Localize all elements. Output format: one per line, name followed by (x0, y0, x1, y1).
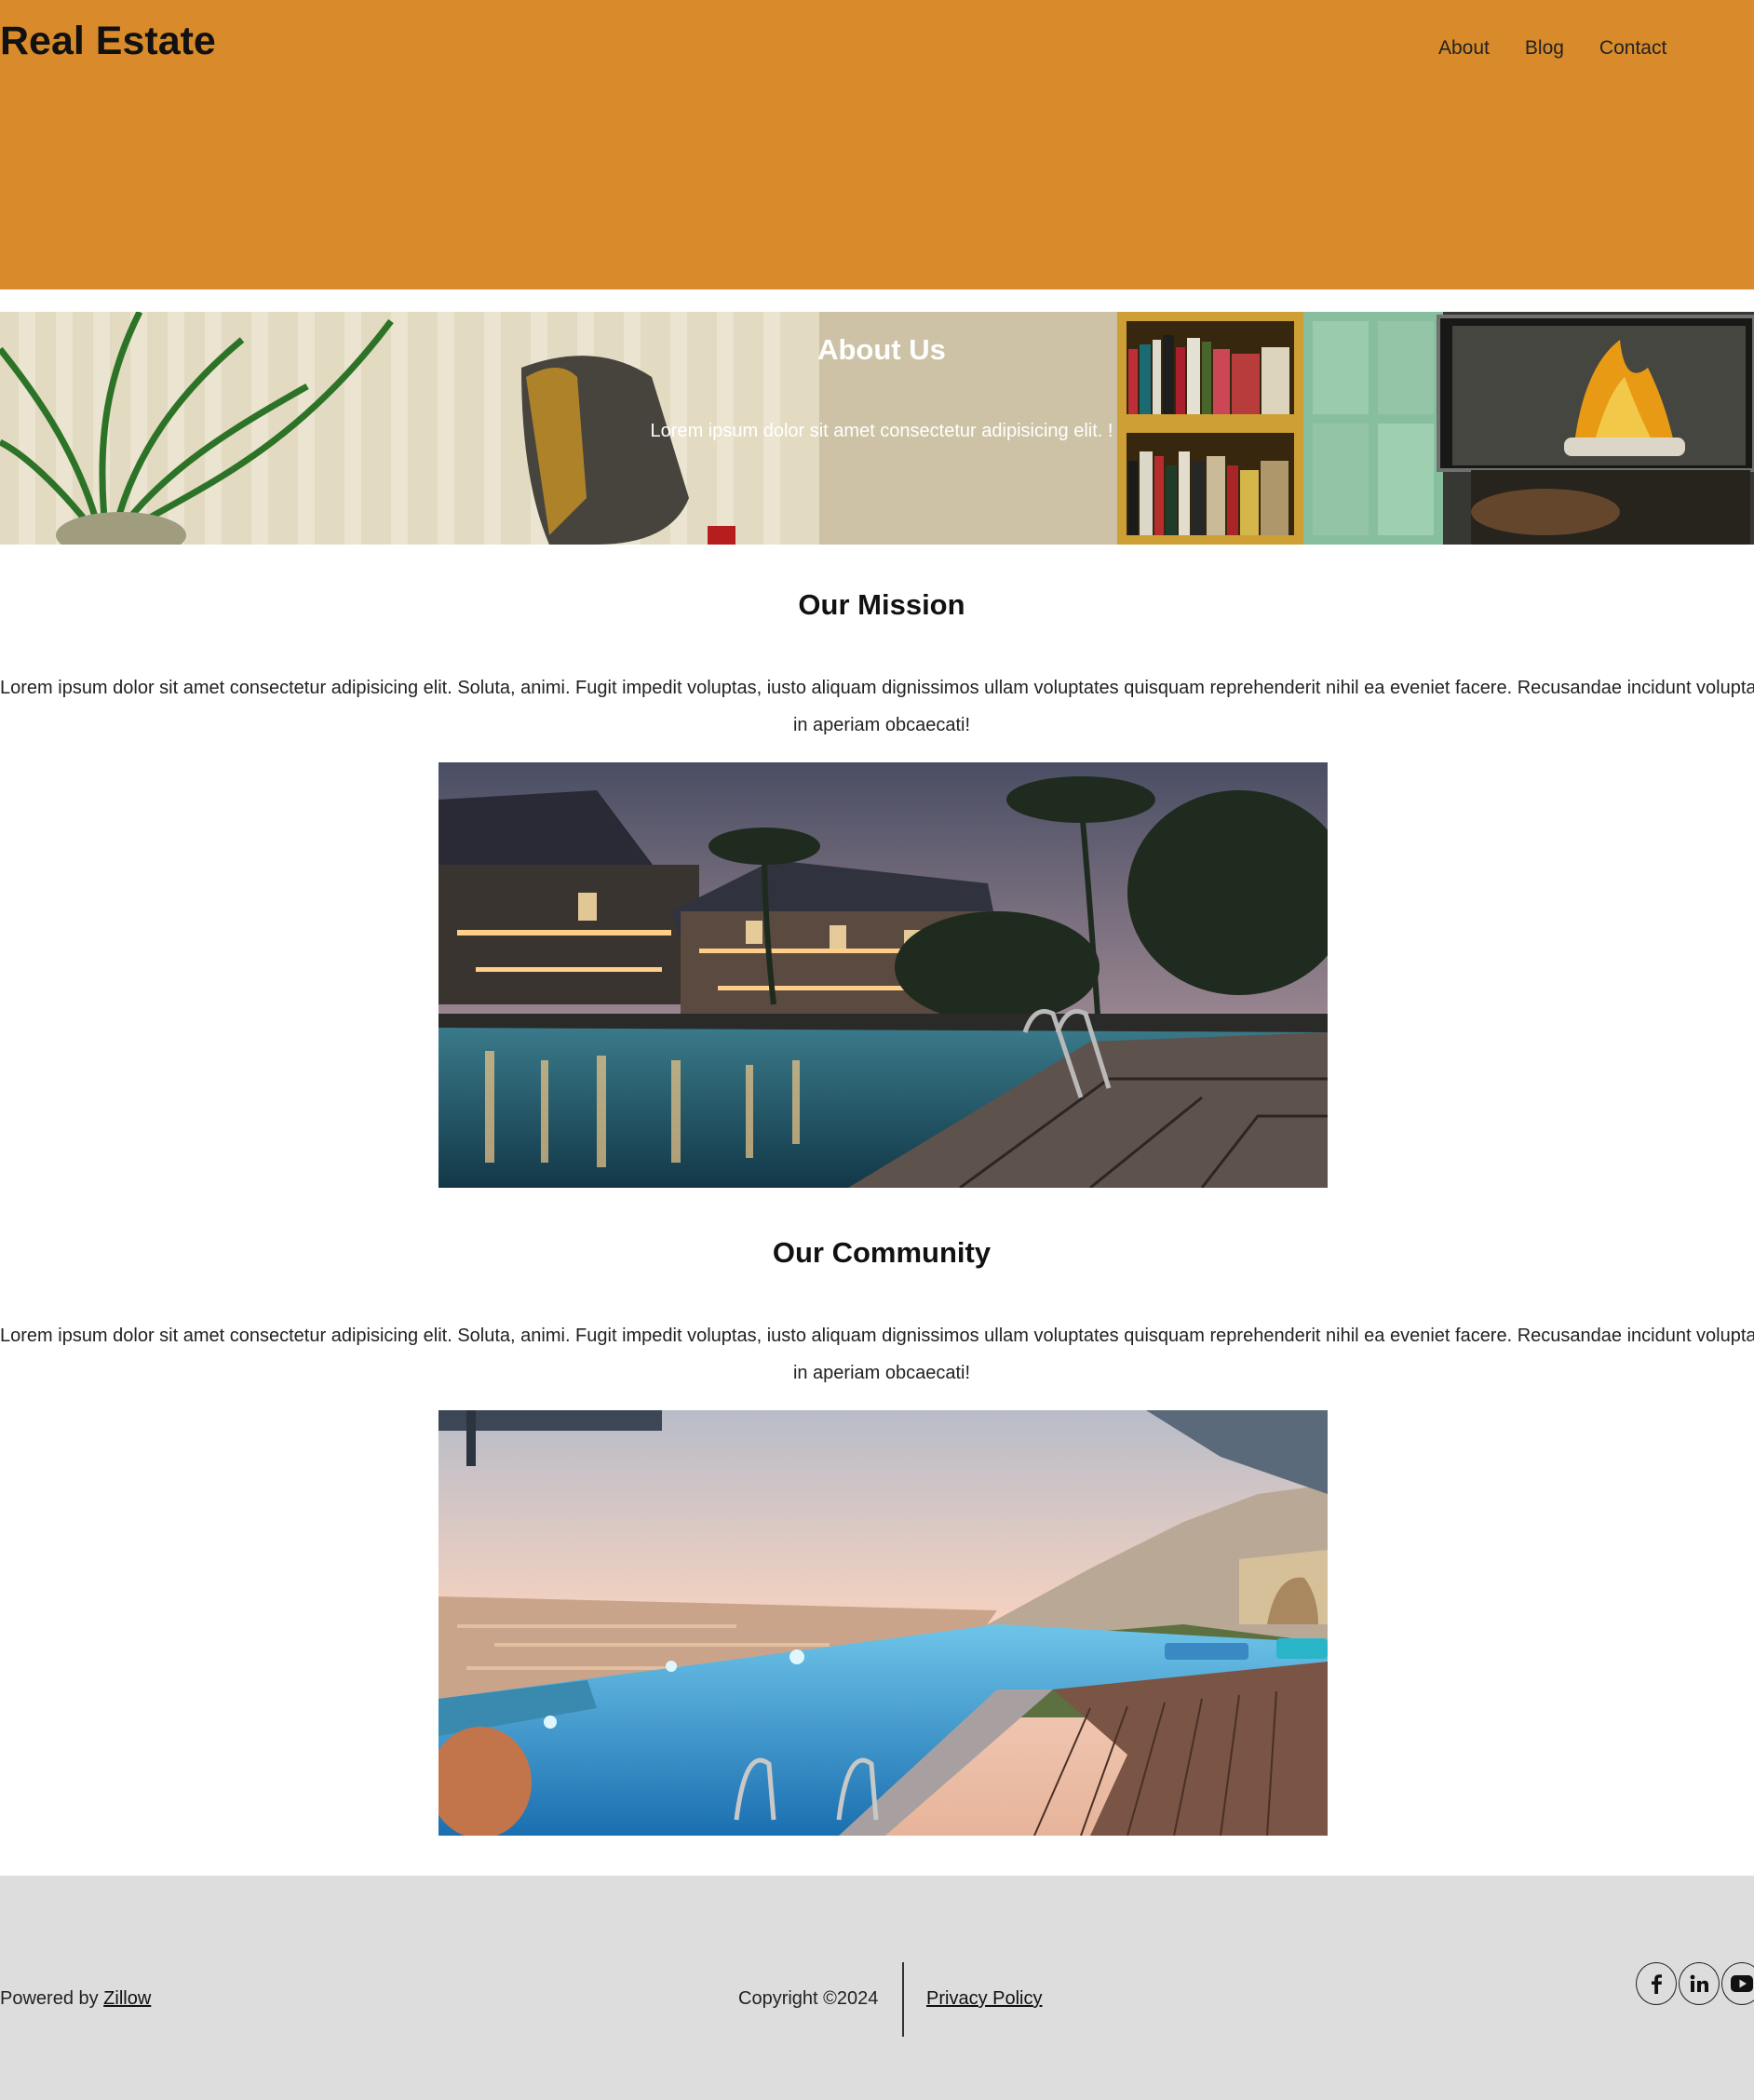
nav-link-about[interactable]: About (1438, 37, 1490, 60)
nav-link-blog[interactable]: Blog (1525, 37, 1564, 60)
linkedin-icon (1690, 1974, 1708, 1992)
site-header: Real Estate About Blog Contact (0, 0, 1754, 289)
community-text-line1: Lorem ipsum dolor sit amet consectetur a… (0, 1326, 1754, 1346)
mission-paragraph: Lorem ipsum dolor sit amet consectetur a… (0, 669, 1754, 744)
powered-by-label: Powered by (0, 1988, 104, 2009)
copyright-text: Copyright ©2024 (738, 1988, 879, 2009)
resort-pool-night-photo (438, 762, 1328, 1188)
hero-title: About Us (817, 333, 946, 366)
nav-link-contact[interactable]: Contact (1599, 37, 1666, 60)
mission-heading: Our Mission (798, 588, 965, 621)
footer-divider (902, 1962, 904, 2037)
powered-by: Powered by Zillow (0, 1988, 151, 2010)
site-logo[interactable]: Real Estate (0, 19, 216, 64)
facebook-icon (1652, 1974, 1662, 1994)
infinity-pool-sunset-photo (438, 1410, 1328, 1836)
main-nav: About Blog Contact (1438, 37, 1666, 60)
mission-text-line1: Lorem ipsum dolor sit amet consectetur a… (0, 678, 1754, 698)
community-paragraph: Lorem ipsum dolor sit amet consectetur a… (0, 1317, 1754, 1392)
privacy-policy-link[interactable]: Privacy Policy (926, 1988, 1042, 2010)
mission-text-line2: in aperiam obcaecati! (792, 715, 971, 735)
youtube-icon (1731, 1975, 1753, 1992)
facebook-button[interactable] (1636, 1962, 1677, 2005)
zillow-link[interactable]: Zillow (103, 1988, 151, 2009)
linkedin-button[interactable] (1679, 1962, 1720, 2005)
community-heading: Our Community (772, 1236, 992, 1269)
community-text-line2: in aperiam obcaecati! (792, 1363, 971, 1383)
hero-subtitle: Lorem ipsum dolor sit amet consectetur a… (650, 421, 1113, 441)
